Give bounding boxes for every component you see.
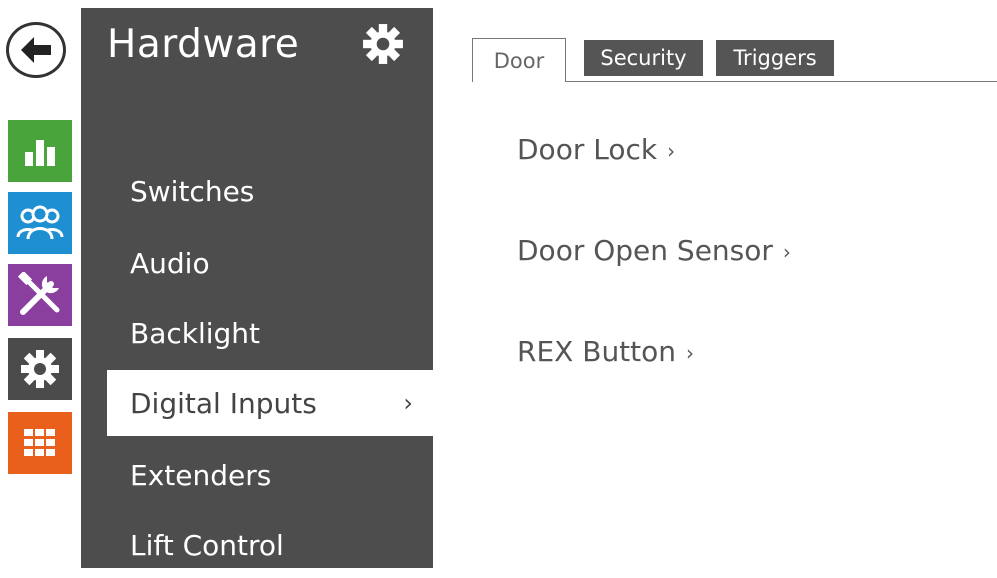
sidebar-item-digital-inputs[interactable]: Digital Inputs › [107,370,433,436]
chevron-right-icon: › [403,389,413,417]
sidebar-item-lift-control[interactable]: Lift Control [81,512,433,578]
sidebar-item-label: Backlight [130,316,261,350]
sidebar-item-label: Audio [130,246,210,280]
tools-icon [17,272,60,315]
directory-tile[interactable] [8,192,72,254]
sidebar-item-label: Digital Inputs [130,386,317,420]
system-tile[interactable] [8,412,72,474]
status-tile[interactable] [8,120,72,182]
services-tile[interactable] [8,264,72,326]
sidebar-item-switches[interactable]: Switches [81,158,433,224]
tab-security[interactable]: Security [584,40,703,76]
door-lock-link[interactable]: Door Lock › [517,133,675,166]
door-open-sensor-link[interactable]: Door Open Sensor › [517,234,791,267]
grid-icon [24,429,55,456]
back-button[interactable] [6,22,66,78]
hardware-tile[interactable] [8,338,72,400]
chevron-right-icon: › [667,139,676,163]
sidebar-item-label: Extenders [130,458,272,492]
tab-door[interactable]: Door [472,38,566,82]
rex-button-link[interactable]: REX Button › [517,335,694,368]
sidebar-title: Hardware [107,22,300,67]
sidebar-item-extenders[interactable]: Extenders [81,442,433,508]
link-label: Door Lock [517,133,658,166]
tab-divider [566,81,997,82]
tab-bar: Door Security Triggers [466,38,997,82]
link-label: Door Open Sensor [517,234,773,267]
gear-icon [21,350,59,388]
bar-chart-icon [25,140,55,166]
chevron-right-icon: › [686,341,695,365]
users-icon [16,205,64,240]
link-label: REX Button [517,335,677,368]
sidebar: Hardware Switches Audio Backlight Digita… [81,8,433,568]
tab-triggers[interactable]: Triggers [716,40,834,76]
arrow-left-icon [21,37,51,63]
chevron-right-icon: › [782,240,791,264]
gear-icon [363,24,403,64]
sidebar-item-label: Switches [130,174,255,208]
settings-gear-icon[interactable] [361,22,405,66]
sidebar-item-label: Lift Control [130,528,284,562]
sidebar-item-audio[interactable]: Audio [81,230,433,296]
sidebar-item-backlight[interactable]: Backlight [81,300,433,366]
